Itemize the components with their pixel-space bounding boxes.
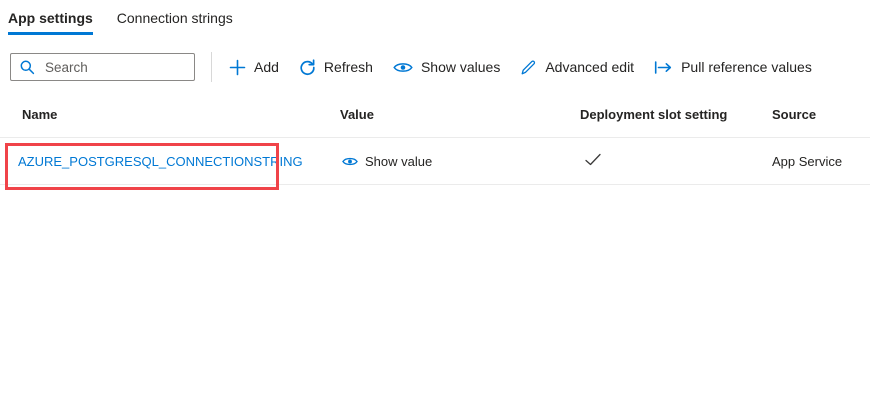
setting-name-cell: AZURE_POSTGRESQL_CONNECTIONSTRING xyxy=(0,154,340,169)
pencil-icon xyxy=(520,59,537,76)
tab-bar: App settings Connection strings xyxy=(0,0,870,35)
advanced-edit-button[interactable]: Advanced edit xyxy=(510,51,644,83)
column-header-source: Source xyxy=(772,107,870,122)
advanced-edit-button-label: Advanced edit xyxy=(545,59,634,75)
pull-reference-values-button-label: Pull reference values xyxy=(681,59,812,75)
table-header-row: Name Value Deployment slot setting Sourc… xyxy=(0,101,870,137)
show-values-button-label: Show values xyxy=(421,59,500,75)
search-input[interactable] xyxy=(43,59,188,76)
show-values-button[interactable]: Show values xyxy=(383,51,510,83)
add-button-label: Add xyxy=(254,59,279,75)
app-settings-page: App settings Connection strings Add xyxy=(0,0,870,418)
plus-icon xyxy=(229,59,246,76)
column-header-deployment-slot-setting: Deployment slot setting xyxy=(580,107,772,122)
eye-icon xyxy=(342,156,358,167)
show-value-label: Show value xyxy=(365,154,432,169)
deployment-slot-setting-cell xyxy=(580,153,772,170)
search-box[interactable] xyxy=(10,53,195,81)
tab-app-settings[interactable]: App settings xyxy=(8,8,93,35)
show-value-link[interactable]: Show value xyxy=(340,154,580,169)
search-icon xyxy=(19,59,35,75)
pull-arrow-icon xyxy=(654,61,673,74)
toolbar-divider xyxy=(211,52,212,82)
column-header-value: Value xyxy=(340,107,580,122)
refresh-icon xyxy=(299,59,316,76)
pull-reference-values-button[interactable]: Pull reference values xyxy=(644,51,822,83)
column-header-name: Name xyxy=(0,107,340,122)
app-settings-table: Name Value Deployment slot setting Sourc… xyxy=(0,101,870,185)
add-button[interactable]: Add xyxy=(219,51,289,83)
command-bar: Add Refresh Show values xyxy=(0,50,870,84)
setting-name-link[interactable]: AZURE_POSTGRESQL_CONNECTIONSTRING xyxy=(18,154,303,169)
eye-icon xyxy=(393,61,413,74)
checkmark-icon xyxy=(584,153,602,167)
tab-connection-strings[interactable]: Connection strings xyxy=(117,8,233,35)
refresh-button[interactable]: Refresh xyxy=(289,51,383,83)
source-cell: App Service xyxy=(772,154,870,169)
refresh-button-label: Refresh xyxy=(324,59,373,75)
table-row: AZURE_POSTGRESQL_CONNECTIONSTRING Show v… xyxy=(0,137,870,185)
